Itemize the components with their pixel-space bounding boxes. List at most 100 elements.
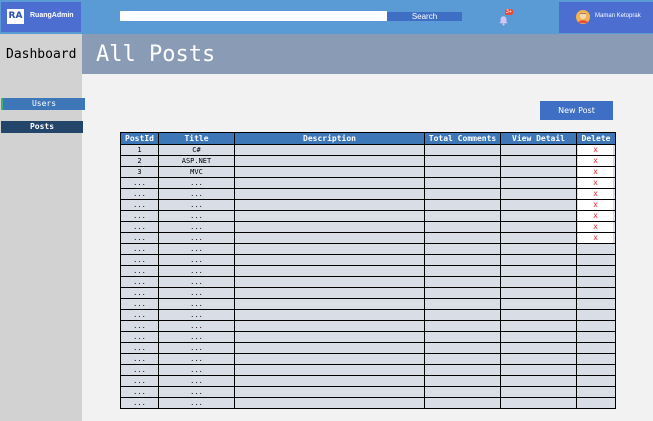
cell-view-detail[interactable] (500, 309, 577, 321)
table-row: ...... (120, 331, 616, 343)
brand-name: RuangAdmin (30, 12, 74, 19)
table-row: ...... x (120, 232, 616, 244)
cell-delete: x (576, 188, 616, 200)
cell-delete (576, 375, 616, 387)
delete-x-icon[interactable]: x (578, 233, 613, 243)
cell-view-detail[interactable] (500, 386, 577, 398)
table-row: ...... x (120, 210, 616, 222)
cell-view-detail[interactable] (500, 254, 577, 266)
cell-postid: ... (120, 375, 159, 387)
cell-title: ... (158, 353, 235, 365)
cell-view-detail[interactable] (500, 166, 577, 178)
cell-view-detail[interactable] (500, 265, 577, 277)
delete-x-icon[interactable]: x (578, 200, 613, 210)
cell-view-detail[interactable] (500, 144, 577, 156)
cell-view-detail[interactable] (500, 397, 577, 409)
cell-postid: ... (120, 188, 159, 200)
delete-x-icon[interactable]: x (578, 156, 613, 166)
cell-title: ... (158, 177, 235, 189)
search-button[interactable]: Search (387, 12, 462, 21)
delete-x-icon[interactable]: x (578, 145, 613, 155)
table-row: ...... (120, 287, 616, 299)
brand-logo: RA (7, 9, 24, 24)
cell-view-detail[interactable] (500, 177, 577, 189)
brand[interactable]: RA RuangAdmin (1, 2, 81, 32)
cell-postid: ... (120, 364, 159, 376)
cell-view-detail[interactable] (500, 210, 577, 222)
cell-postid: ... (120, 331, 159, 343)
cell-view-detail[interactable] (500, 155, 577, 167)
cell-delete (576, 342, 616, 354)
cell-view-detail[interactable] (500, 243, 577, 255)
cell-view-detail[interactable] (500, 364, 577, 376)
column-header-view-detail: View Detail (500, 132, 577, 145)
table-row: ...... x (120, 188, 616, 200)
sidebar-item-posts[interactable]: Posts (1, 121, 83, 133)
cell-view-detail[interactable] (500, 342, 577, 354)
cell-postid: ... (120, 243, 159, 255)
cell-view-detail[interactable] (500, 353, 577, 365)
cell-postid: ... (120, 210, 159, 222)
bell-icon (499, 16, 508, 26)
delete-x-icon[interactable]: x (578, 211, 613, 221)
cell-title: ... (158, 375, 235, 387)
cell-total-comments (424, 221, 501, 233)
table-row: ...... (120, 243, 616, 255)
sidebar-item-users[interactable]: Users (1, 98, 85, 110)
delete-x-icon[interactable]: x (578, 222, 613, 232)
cell-delete (576, 309, 616, 321)
cell-delete (576, 254, 616, 266)
cell-title: C# (158, 144, 235, 156)
cell-view-detail[interactable] (500, 331, 577, 343)
new-post-button[interactable]: New Post (540, 101, 613, 120)
cell-description (234, 298, 425, 310)
delete-x-icon[interactable]: x (578, 167, 613, 177)
cell-total-comments (424, 232, 501, 244)
delete-x-icon[interactable]: x (578, 178, 613, 188)
cell-description (234, 199, 425, 211)
cell-description (234, 276, 425, 288)
cell-view-detail[interactable] (500, 276, 577, 288)
page-title: All Posts (96, 42, 216, 67)
cell-description (234, 287, 425, 299)
cell-title: ... (158, 386, 235, 398)
cell-view-detail[interactable] (500, 375, 577, 387)
column-header-description: Description (234, 132, 425, 145)
cell-view-detail[interactable] (500, 199, 577, 211)
cell-postid: ... (120, 298, 159, 310)
cell-postid: ... (120, 254, 159, 266)
cell-total-comments (424, 166, 501, 178)
cell-view-detail[interactable] (500, 221, 577, 233)
top-navbar: RA RuangAdmin Search 3+ Maman Ketoprak (0, 0, 653, 34)
cell-total-comments (424, 188, 501, 200)
cell-total-comments (424, 144, 501, 156)
cell-view-detail[interactable] (500, 320, 577, 332)
user-menu[interactable]: Maman Ketoprak (559, 2, 653, 33)
cell-title: ... (158, 287, 235, 299)
cell-title: ... (158, 331, 235, 343)
cell-view-detail[interactable] (500, 298, 577, 310)
table-row: ...... (120, 298, 616, 310)
cell-description (234, 166, 425, 178)
table-header-row: PostId Title Description Total Comments … (120, 132, 616, 145)
cell-postid: ... (120, 221, 159, 233)
table-row: 2 ASP.NET x (120, 155, 616, 167)
table-row: ...... (120, 320, 616, 332)
cell-total-comments (424, 364, 501, 376)
sidebar-title[interactable]: Dashboard (6, 47, 76, 62)
delete-x-icon[interactable]: x (578, 189, 613, 199)
table-row: ...... (120, 386, 616, 398)
cell-view-detail[interactable] (500, 188, 577, 200)
cell-description (234, 144, 425, 156)
cell-description (234, 375, 425, 387)
cell-title: ... (158, 199, 235, 211)
table-row: ...... (120, 265, 616, 277)
cell-delete: x (576, 221, 616, 233)
search-input[interactable] (120, 11, 387, 21)
cell-total-comments (424, 276, 501, 288)
cell-view-detail[interactable] (500, 287, 577, 299)
cell-view-detail[interactable] (500, 232, 577, 244)
table-row: 1 C# x (120, 144, 616, 156)
notifications-button[interactable]: 3+ (498, 9, 513, 26)
cell-total-comments (424, 397, 501, 409)
